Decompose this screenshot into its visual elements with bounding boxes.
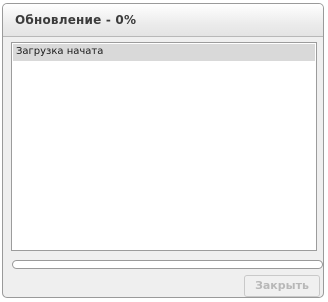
log-line: Загрузка начата [13, 44, 315, 61]
update-dialog: Обновление - 0% Загрузка начата Закрыть [2, 3, 324, 298]
update-log-list[interactable]: Загрузка начата [11, 42, 317, 251]
close-button[interactable]: Закрыть [244, 275, 320, 297]
update-progress-bar [12, 260, 323, 269]
log-line-text: Загрузка начата [16, 46, 104, 57]
dialog-title: Обновление - 0% [15, 13, 137, 27]
dialog-titlebar: Обновление - 0% [3, 4, 323, 37]
